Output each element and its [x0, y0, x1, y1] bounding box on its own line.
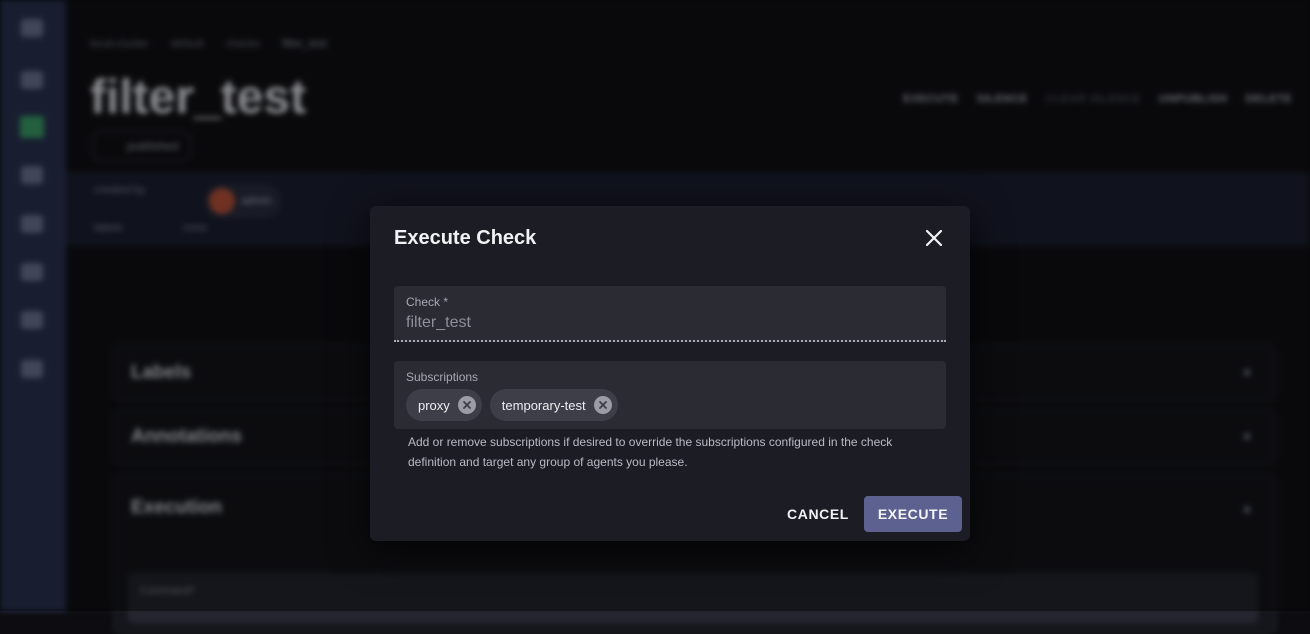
execute-check-dialog: Execute Check Check * Subscriptions prox… [370, 206, 970, 541]
chip-label: proxy [418, 397, 450, 413]
chip-remove-button[interactable] [593, 396, 612, 414]
chip-remove-button[interactable] [457, 396, 476, 414]
subscriptions-label: Subscriptions [406, 370, 479, 384]
check-input [406, 314, 926, 332]
remove-icon [598, 401, 607, 409]
subscriptions-helper-text: Add or remove subscriptions if desired t… [408, 435, 893, 469]
dialog-title: Execute Check [394, 227, 537, 249]
close-button[interactable] [922, 226, 946, 250]
subscription-chip[interactable]: proxy [406, 389, 482, 421]
subscriptions-field[interactable]: Subscriptions proxy temporary-test [394, 361, 946, 429]
check-field: Check * [394, 286, 946, 342]
execute-button[interactable]: EXECUTE [864, 496, 962, 532]
check-field-label: Check * [406, 295, 449, 309]
subscription-chip[interactable]: temporary-test [489, 389, 618, 421]
remove-icon [462, 401, 471, 409]
close-icon [925, 229, 943, 247]
chip-label: temporary-test [501, 397, 586, 413]
cancel-button[interactable]: CANCEL [780, 496, 856, 532]
subscription-chips: proxy temporary-test [406, 389, 618, 421]
